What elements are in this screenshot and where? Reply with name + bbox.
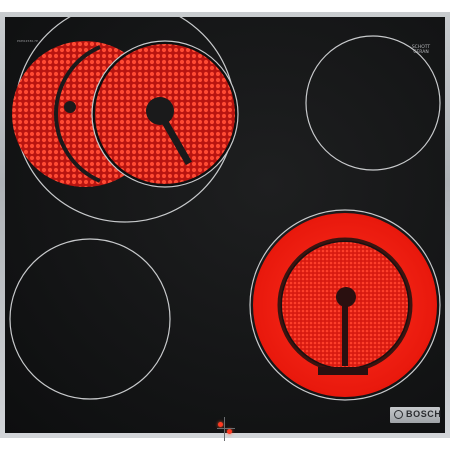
stainless-steel-frame: PKE645B17E SCHOTT CERAN BOSCH	[0, 12, 450, 441]
zone-rear-right-outline	[305, 35, 441, 171]
zone-front-right-dual	[249, 209, 441, 401]
indicator-divider-horizontal	[217, 428, 235, 429]
zone-rear-left-dual	[12, 17, 239, 223]
zone-front-left-outline	[9, 238, 171, 400]
brand-plate: BOSCH	[390, 407, 442, 423]
indicator-light-2	[227, 429, 232, 434]
ceramic-glass-cooktop: PKE645B17E SCHOTT CERAN BOSCH	[5, 17, 445, 441]
zone-rear-left-hub	[146, 97, 174, 125]
zone-rear-left-left-hub	[64, 101, 76, 113]
bosch-logo-icon	[394, 410, 403, 419]
brand-name: BOSCH	[406, 409, 442, 419]
indicator-divider-vertical	[224, 417, 225, 441]
residual-heat-indicators	[217, 417, 239, 441]
zone-front-right-terminal	[318, 367, 368, 375]
zone-front-right-sensor-rod	[342, 304, 348, 366]
heating-zones-svg	[9, 17, 441, 401]
indicator-light-1	[218, 422, 223, 427]
